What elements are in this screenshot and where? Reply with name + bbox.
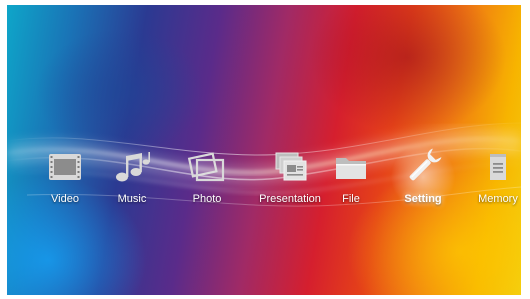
menu-label-setting: Setting (404, 193, 442, 205)
menu-item-file[interactable]: File (311, 150, 391, 210)
folder-icon (336, 158, 366, 179)
memory-card-icon (490, 154, 506, 180)
menu-item-memory[interactable]: Memory (458, 150, 521, 210)
menu-label-file: File (342, 193, 360, 205)
presentation-slides-icon (275, 152, 307, 181)
film-strip-icon (49, 154, 81, 180)
photo-frames-icon (187, 152, 225, 182)
menu-item-photo[interactable]: Photo (167, 150, 247, 210)
menu-label-photo: Photo (192, 193, 222, 205)
wrench-icon (409, 148, 442, 181)
menu-label-memory: Memory (478, 193, 518, 205)
music-notes-icon (116, 152, 150, 182)
menu-label-music: Music (117, 193, 147, 205)
menu-item-setting[interactable]: Setting (383, 142, 463, 212)
menu-item-music[interactable]: Music (92, 150, 172, 210)
main-menu: Video Music Photo Presentation File Sett… (7, 142, 521, 212)
home-screen: Video Music Photo Presentation File Sett… (7, 5, 521, 295)
